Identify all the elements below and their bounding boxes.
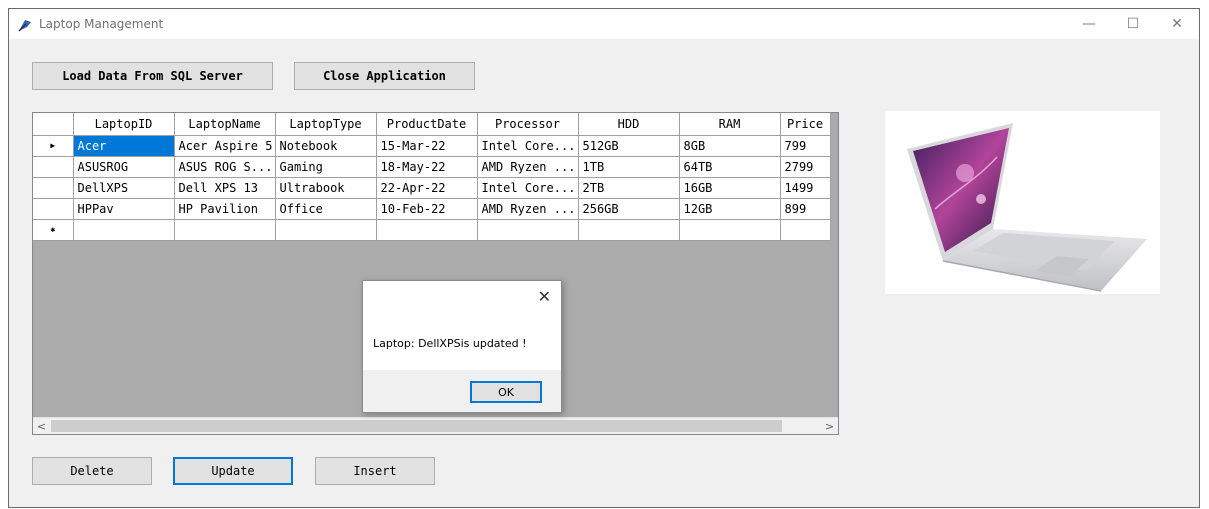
grid-cell[interactable]: 2TB [578,177,680,199]
scroll-left-arrow-icon[interactable]: < [33,418,50,434]
row-header[interactable] [33,177,74,199]
dialog-message: Laptop: DellXPSis updated ! [373,337,527,350]
column-header-laptopname[interactable]: LaptopName [174,113,276,136]
column-header-hdd[interactable]: HDD [578,113,680,136]
grid-cell[interactable]: 899 [780,198,831,220]
grid-cell[interactable] [275,219,377,241]
grid-cell[interactable]: Notebook [275,135,377,157]
grid-cell[interactable]: Dell XPS 13 [174,177,276,199]
grid-cell[interactable]: HP Pavilion [174,198,276,220]
grid-cell[interactable] [679,219,781,241]
grid-cell[interactable] [73,219,175,241]
grid-cell[interactable]: DellXPS [73,177,175,199]
grid-cell[interactable]: Acer [73,135,175,157]
close-application-button[interactable]: Close Application [294,62,475,90]
window-title: Laptop Management [39,17,164,31]
dialog-ok-button[interactable]: OK [470,381,542,403]
title-bar: Laptop Management — ☐ ✕ [9,9,1199,39]
grid-cell[interactable]: 2799 [780,156,831,178]
close-window-button[interactable]: ✕ [1155,9,1199,39]
scroll-right-arrow-icon[interactable]: > [821,418,838,434]
grid-cell[interactable]: Office [275,198,377,220]
grid-cell[interactable] [376,219,478,241]
column-header-processor[interactable]: Processor [477,113,579,136]
grid-cell[interactable]: 1TB [578,156,680,178]
grid-cell[interactable]: Ultrabook [275,177,377,199]
grid-cell[interactable]: 12GB [679,198,781,220]
grid-cell[interactable]: ASUSROG [73,156,175,178]
main-window: Laptop Management — ☐ ✕ Load Data From S… [8,8,1200,508]
row-header[interactable] [33,156,74,178]
grid-cell[interactable]: 16GB [679,177,781,199]
table-row[interactable]: ▶ Acer Acer Aspire 5 Notebook 15-Mar-22 … [33,135,831,157]
dialog-close-icon[interactable]: ✕ [538,287,551,306]
insert-button[interactable]: Insert [315,457,435,485]
new-row-marker[interactable]: ✱ [33,219,74,241]
grid-cell[interactable]: AMD Ryzen ... [477,198,579,220]
grid-cell[interactable]: Acer Aspire 5 [174,135,276,157]
grid-cell[interactable]: 256GB [578,198,680,220]
grid-cell[interactable]: 64TB [679,156,781,178]
update-message-dialog: ✕ Laptop: DellXPSis updated ! OK [362,280,562,413]
laptop-picture [885,111,1160,294]
column-header-laptopid[interactable]: LaptopID [73,113,175,136]
grid-cell[interactable]: 15-Mar-22 [376,135,478,157]
delete-button[interactable]: Delete [32,457,152,485]
new-row[interactable]: ✱ [33,219,831,241]
grid-cell[interactable]: Intel Core... [477,177,579,199]
load-data-button[interactable]: Load Data From SQL Server [32,62,273,90]
grid-cell[interactable]: 512GB [578,135,680,157]
maximize-button[interactable]: ☐ [1111,9,1155,39]
row-header[interactable] [33,198,74,220]
grid-cell[interactable] [780,219,831,241]
grid-cell[interactable]: 799 [780,135,831,157]
grid-cell[interactable]: ASUS ROG S... [174,156,276,178]
grid-cell[interactable]: 8GB [679,135,781,157]
grid-cell[interactable]: AMD Ryzen ... [477,156,579,178]
grid-cell[interactable]: 22-Apr-22 [376,177,478,199]
column-header-ram[interactable]: RAM [679,113,781,136]
laptop-photo [907,123,1147,292]
feather-icon [18,20,31,32]
current-row-marker[interactable]: ▶ [33,135,74,157]
grid-cell[interactable]: Gaming [275,156,377,178]
table-row[interactable]: HPPav HP Pavilion Office 10-Feb-22 AMD R… [33,198,831,220]
table-row[interactable]: DellXPS Dell XPS 13 Ultrabook 22-Apr-22 … [33,177,831,199]
grid-table: LaptopID LaptopName LaptopType ProductDa… [33,113,831,241]
grid-header-row: LaptopID LaptopName LaptopType ProductDa… [33,113,831,136]
minimize-button[interactable]: — [1067,9,1111,39]
column-header-price[interactable]: Price [780,113,831,136]
grid-cell[interactable]: 1499 [780,177,831,199]
grid-cell[interactable]: Intel Core... [477,135,579,157]
grid-cell[interactable] [578,219,680,241]
dialog-footer: OK [363,370,561,412]
column-header-productdate[interactable]: ProductDate [376,113,478,136]
scrollbar-thumb[interactable] [51,420,782,432]
grid-cell[interactable]: 10-Feb-22 [376,198,478,220]
grid-cell[interactable]: HPPav [73,198,175,220]
update-button[interactable]: Update [173,457,293,485]
horizontal-scrollbar[interactable]: < > [33,417,838,434]
table-row[interactable]: ASUSROG ASUS ROG S... Gaming 18-May-22 A… [33,156,831,178]
grid-cell[interactable] [477,219,579,241]
grid-cell[interactable] [174,219,276,241]
grid-cell[interactable]: 18-May-22 [376,156,478,178]
corner-header [33,113,74,136]
column-header-laptoptype[interactable]: LaptopType [275,113,377,136]
